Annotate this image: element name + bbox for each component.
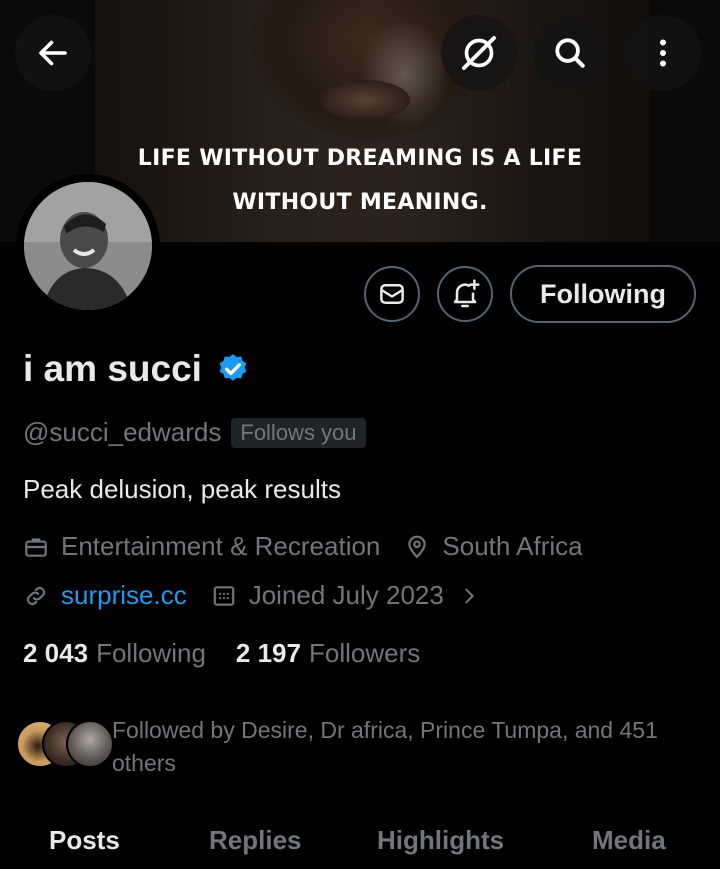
handle-row: @succi_edwards Follows you <box>23 417 366 448</box>
grok-button[interactable] <box>441 15 517 91</box>
more-button[interactable] <box>625 15 701 91</box>
banner-quote-line1: LIFE WITHOUT DREAMING IS A LIFE <box>137 146 583 171</box>
tab-media[interactable]: Media <box>592 825 666 856</box>
following-button[interactable]: Following <box>510 265 696 323</box>
website-link[interactable]: surprise.cc <box>61 580 187 611</box>
search-icon <box>555 38 585 68</box>
verified-badge-icon[interactable] <box>216 352 250 386</box>
profile-meta-row-1: Entertainment & Recreation South Africa <box>23 531 607 562</box>
category-text: Entertainment & Recreation <box>61 531 381 561</box>
profile-meta-row-2: surprise.cc Joined July 2023 <box>23 580 516 611</box>
tab-replies[interactable]: Replies <box>209 825 302 856</box>
tab-highlights[interactable]: Highlights <box>377 825 504 856</box>
profile-tabs: Posts Replies Highlights Media <box>0 815 720 869</box>
back-button[interactable] <box>15 15 91 91</box>
following-stat[interactable]: 2 043 Following <box>23 638 206 669</box>
banner-lips <box>320 80 410 120</box>
bio: Peak delusion, peak results <box>23 474 341 504</box>
display-name-row: i am succi <box>23 348 250 390</box>
search-button[interactable] <box>532 15 608 91</box>
category-item: Entertainment & Recreation <box>23 531 380 562</box>
followers-label: Followers <box>308 638 421 668</box>
grok-icon <box>462 36 496 70</box>
location-pin-icon <box>408 535 427 558</box>
arrow-left-icon <box>39 40 67 66</box>
handle: @succi_edwards <box>23 417 222 447</box>
joined-item[interactable]: Joined July 2023 <box>211 580 492 611</box>
avatar-frame <box>16 174 160 318</box>
website-item[interactable]: surprise.cc <box>23 580 187 611</box>
tab-posts[interactable]: Posts <box>49 825 120 856</box>
followed-by-avatars <box>16 714 114 768</box>
followers-count: 2 197 <box>235 638 301 668</box>
follows-you-badge: Follows you <box>231 417 366 448</box>
following-label: Following <box>96 638 206 668</box>
display-name: i am succi <box>23 348 202 389</box>
followed-by-text: Followed by Desire, Dr africa, Prince Tu… <box>112 717 658 776</box>
follow-stats: 2 043 Following 2 197 Followers <box>23 638 450 669</box>
joined-text: Joined July 2023 <box>248 580 444 610</box>
calendar-icon <box>213 585 234 606</box>
envelope-icon <box>380 284 404 304</box>
following-count: 2 043 <box>23 638 89 668</box>
followed-by-row[interactable]: Followed by Desire, Dr africa, Prince Tu… <box>16 714 706 780</box>
avatar[interactable] <box>24 182 152 310</box>
follower-avatar <box>66 720 114 768</box>
message-button[interactable] <box>364 266 420 322</box>
briefcase-icon <box>25 537 47 557</box>
location-text: South Africa <box>442 531 583 561</box>
more-vertical-icon <box>660 39 666 67</box>
notifications-button[interactable] <box>437 266 493 322</box>
location-item: South Africa <box>404 531 583 562</box>
followers-stat[interactable]: 2 197 Followers <box>236 638 420 669</box>
chevron-right-icon <box>465 588 474 603</box>
link-icon <box>26 586 46 605</box>
avatar-photo <box>24 182 152 310</box>
bell-plus-icon <box>453 279 480 308</box>
